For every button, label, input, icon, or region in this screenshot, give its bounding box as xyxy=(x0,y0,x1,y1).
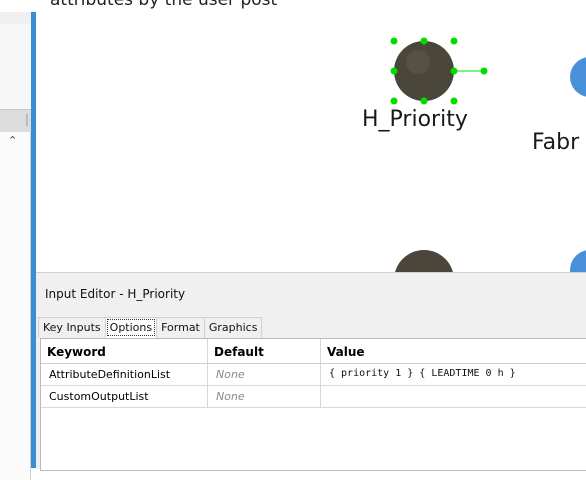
left-panel-gap xyxy=(0,24,31,110)
editor-title: Input Editor - H_Priority xyxy=(45,287,186,301)
row-keyword: CustomOutputList xyxy=(41,386,208,407)
h-priority-entity[interactable] xyxy=(390,37,488,273)
row-value-cell[interactable]: { priority 1 } { LEADTIME 0 h } xyxy=(321,364,586,385)
resize-handle[interactable] xyxy=(26,114,28,126)
header-value[interactable]: Value xyxy=(321,339,586,363)
header-default[interactable]: Default xyxy=(208,339,321,363)
input-editor: Input Editor - H_Priority Key Inputs Opt… xyxy=(36,272,586,471)
table-row[interactable]: AttributeDefinitionList None { priority … xyxy=(41,364,586,386)
model-canvas[interactable]: H_Priority Fabr xyxy=(36,12,586,272)
tab-format[interactable]: Format xyxy=(156,317,205,338)
header-keyword[interactable]: Keyword xyxy=(41,339,208,363)
left-panel: ⌃ xyxy=(0,12,31,480)
tab-options[interactable]: Options xyxy=(104,317,158,338)
table-row[interactable]: CustomOutputList None xyxy=(41,386,586,408)
tab-graphics[interactable]: Graphics xyxy=(203,317,263,338)
node-label-fabr: Fabr xyxy=(532,130,580,155)
row-value-cell[interactable] xyxy=(321,386,586,407)
keyword-table: Keyword Default Value AttributeDefinitio… xyxy=(40,338,586,471)
row-default: None xyxy=(208,364,321,385)
row-keyword: AttributeDefinitionList xyxy=(41,364,208,385)
node-label-h-priority: H_Priority xyxy=(362,107,468,132)
scroll-up-icon[interactable]: ⌃ xyxy=(8,134,17,147)
canvas-graphics xyxy=(390,37,488,273)
editor-tabs: Key Inputs Options Format Graphics xyxy=(38,316,263,338)
lower-entity-sphere[interactable] xyxy=(394,250,454,272)
left-list[interactable]: ⌃ xyxy=(0,132,31,480)
tab-key-inputs[interactable]: Key Inputs xyxy=(38,317,106,338)
table-header: Keyword Default Value xyxy=(41,339,586,364)
canvas-top-text: attributes by the user post xyxy=(50,0,278,10)
row-default: None xyxy=(208,386,321,407)
left-panel-header xyxy=(0,109,31,132)
